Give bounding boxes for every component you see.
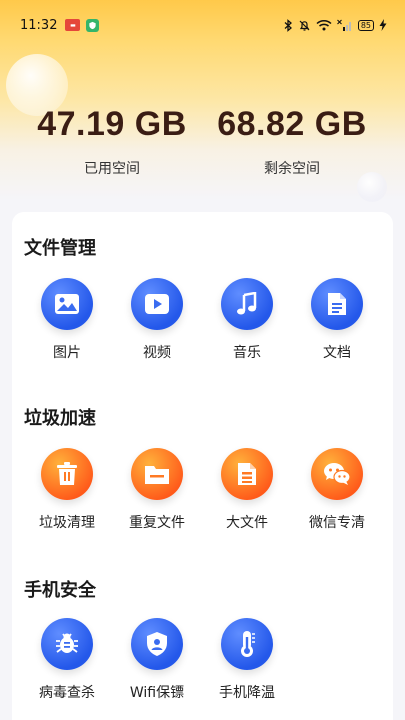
large-file-icon (221, 448, 273, 500)
music-icon (221, 278, 273, 330)
grid-item-images[interactable]: 图片 (22, 278, 112, 362)
free-space-value: 68.82 GB (217, 105, 367, 143)
grid-item-large-files[interactable]: 大文件 (202, 448, 292, 532)
video-icon (131, 278, 183, 330)
free-space: 68.82 GB 剩余空间 (202, 105, 382, 178)
trash-icon (41, 448, 93, 500)
free-space-label: 剩余空间 (264, 161, 320, 177)
wechat-icon (311, 448, 363, 500)
used-space-value: 47.19 GB (37, 105, 187, 143)
label-large-files: 大文件 (226, 515, 268, 531)
label-wechat-clean: 微信专清 (309, 515, 365, 531)
feature-card: 文件管理 图片 视频 音乐 文档 垃圾加速 垃圾清理 重复文件 大文件 微信专清… (12, 212, 393, 720)
bluetooth-icon (284, 18, 293, 32)
signal-icon (336, 19, 353, 31)
label-images: 图片 (53, 345, 81, 361)
notification-app-icon: ▬ (65, 19, 81, 31)
section-title-security: 手机安全 (24, 580, 96, 601)
charging-icon (379, 19, 387, 31)
battery-level: 85 (357, 19, 374, 31)
notification-shield-icon (86, 18, 100, 32)
label-virus-scan: 病毒查杀 (39, 685, 95, 701)
junk-grid: 垃圾清理 重复文件 大文件 微信专清 (12, 448, 393, 538)
document-icon (311, 278, 363, 330)
virus-icon (41, 618, 93, 670)
grid-item-wechat-clean[interactable]: 微信专清 (292, 448, 382, 532)
grid-item-music[interactable]: 音乐 (202, 278, 292, 362)
label-cool-down: 手机降温 (219, 685, 275, 701)
file-grid: 图片 视频 音乐 文档 (12, 278, 393, 368)
storage-summary: 47.19 GB 已用空间 68.82 GB 剩余空间 (0, 105, 405, 185)
thermometer-icon (221, 618, 273, 670)
wifi-icon (316, 19, 332, 31)
grid-item-duplicate-files[interactable]: 重复文件 (112, 448, 202, 532)
grid-item-documents[interactable]: 文档 (292, 278, 382, 362)
security-grid: 病毒查杀 Wifi保镖 手机降温 (12, 618, 393, 708)
grid-item-virus-scan[interactable]: 病毒查杀 (22, 618, 112, 702)
label-duplicate-files: 重复文件 (129, 515, 185, 531)
label-music: 音乐 (233, 345, 261, 361)
image-icon (41, 278, 93, 330)
bell-off-icon (298, 19, 311, 32)
grid-item-junk-clean[interactable]: 垃圾清理 (22, 448, 112, 532)
folder-icon (131, 448, 183, 500)
label-wifi-guard: Wifi保镖 (129, 685, 185, 701)
grid-item-videos[interactable]: 视频 (112, 278, 202, 362)
section-title-junk: 垃圾加速 (24, 408, 96, 429)
status-time: 11:32 (20, 17, 58, 33)
used-space-label: 已用空间 (84, 161, 140, 177)
status-bar: 11:32 ▬ 85 (0, 0, 405, 50)
used-space: 47.19 GB 已用空间 (22, 105, 202, 178)
label-junk-clean: 垃圾清理 (39, 515, 95, 531)
label-documents: 文档 (323, 345, 351, 361)
grid-item-wifi-guard[interactable]: Wifi保镖 (112, 618, 202, 702)
grid-item-cool-down[interactable]: 手机降温 (202, 618, 292, 702)
section-title-files: 文件管理 (24, 238, 96, 259)
label-videos: 视频 (143, 345, 171, 361)
shield-user-icon (131, 618, 183, 670)
